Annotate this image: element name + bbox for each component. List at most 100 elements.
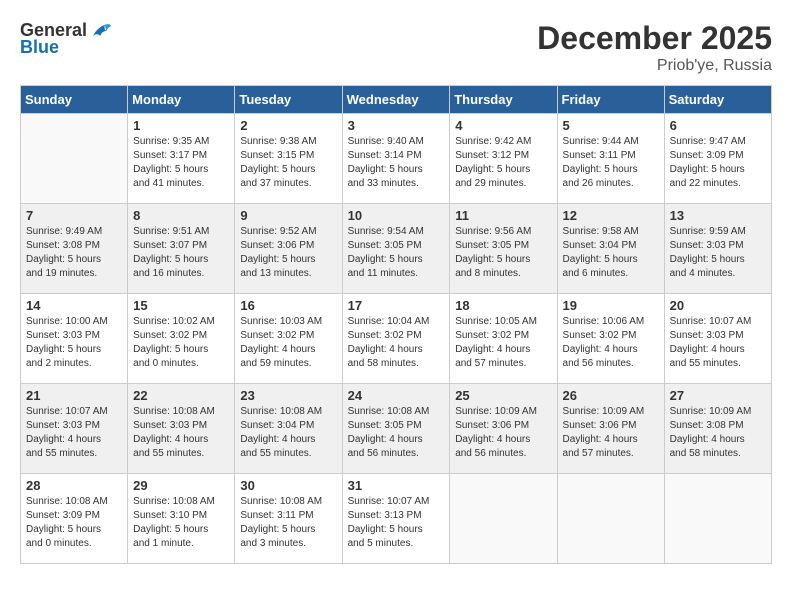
cell-day-number: 20 [670, 298, 766, 313]
title-area: December 2025 Priob'ye, Russia [537, 20, 772, 75]
calendar-header-monday: Monday [128, 86, 235, 114]
cell-day-number: 2 [240, 118, 336, 133]
cell-day-number: 31 [348, 478, 445, 493]
cell-info-text: Sunrise: 9:44 AM Sunset: 3:11 PM Dayligh… [563, 135, 659, 191]
calendar-header-friday: Friday [557, 86, 664, 114]
calendar-cell: 30 Sunrise: 10:08 AM Sunset: 3:11 PM Dayl… [235, 474, 342, 564]
cell-info-text: Sunrise: 9:59 AM Sunset: 3:03 PM Dayligh… [670, 225, 766, 281]
cell-info-text: Sunrise: 9:49 AM Sunset: 3:08 PM Dayligh… [26, 225, 122, 281]
cell-info-text: Sunrise: 9:38 AM Sunset: 3:15 PM Dayligh… [240, 135, 336, 191]
cell-day-number: 13 [670, 208, 766, 223]
cell-info-text: Sunrise: 10:08 AM Sunset: 3:11 PM Daylig… [240, 495, 336, 551]
calendar-cell: 23 Sunrise: 10:08 AM Sunset: 3:04 PM Dayl… [235, 384, 342, 474]
cell-day-number: 26 [563, 388, 659, 403]
calendar-cell: 17Sunrise: 10:04 AM Sunset: 3:02 PM Dayl… [342, 294, 450, 384]
cell-info-text: Sunrise: 10:09 AM Sunset: 3:06 PM Daylig… [455, 405, 551, 461]
calendar-cell [21, 114, 128, 204]
cell-info-text: Sunrise: 10:03 AM Sunset: 3:02 PM Daylig… [240, 315, 336, 371]
cell-day-number: 30 [240, 478, 336, 493]
calendar-header-sunday: Sunday [21, 86, 128, 114]
cell-day-number: 4 [455, 118, 551, 133]
calendar-cell [450, 474, 557, 564]
calendar-cell: 14 Sunrise: 10:00 AM Sunset: 3:03 PM Dayl… [21, 294, 128, 384]
calendar-cell: 27 Sunrise: 10:09 AM Sunset: 3:08 PM Dayl… [664, 384, 771, 474]
cell-info-text: Sunrise: 9:35 AM Sunset: 3:17 PM Dayligh… [133, 135, 229, 191]
cell-day-number: 3 [348, 118, 445, 133]
cell-info-text: Sunrise: 9:47 AM Sunset: 3:09 PM Dayligh… [670, 135, 766, 191]
cell-day-number: 14 [26, 298, 122, 313]
calendar-table: SundayMondayTuesdayWednesdayThursdayFrid… [20, 85, 772, 564]
cell-day-number: 24 [348, 388, 445, 403]
cell-info-text: Sunrise: 10:08 AM Sunset: 3:04 PM Daylig… [240, 405, 336, 461]
cell-day-number: 15 [133, 298, 229, 313]
calendar-cell: 25 Sunrise: 10:09 AM Sunset: 3:06 PM Dayl… [450, 384, 557, 474]
cell-day-number: 18 [455, 298, 551, 313]
cell-day-number: 10 [348, 208, 445, 223]
cell-day-number: 23 [240, 388, 336, 403]
cell-info-text: Sunrise: 9:58 AM Sunset: 3:04 PM Dayligh… [563, 225, 659, 281]
month-title: December 2025 [537, 20, 772, 57]
calendar-cell: 26 Sunrise: 10:09 AM Sunset: 3:06 PM Dayl… [557, 384, 664, 474]
calendar-week-row: 7Sunrise: 9:49 AM Sunset: 3:08 PM Daylig… [21, 204, 772, 294]
cell-info-text: Sunrise: 10:07 AM Sunset: 3:03 PM Daylig… [670, 315, 766, 371]
calendar-cell: 28 Sunrise: 10:08 AM Sunset: 3:09 PM Dayl… [21, 474, 128, 564]
cell-info-text: Sunrise: 10:07 AM Sunset: 3:03 PM Daylig… [26, 405, 122, 461]
calendar-cell: 6Sunrise: 9:47 AM Sunset: 3:09 PM Daylig… [664, 114, 771, 204]
calendar-cell: 13 Sunrise: 9:59 AM Sunset: 3:03 PM Dayli… [664, 204, 771, 294]
header: General Blue December 2025 Priob'ye, Rus… [20, 20, 772, 75]
calendar-cell: 1 Sunrise: 9:35 AM Sunset: 3:17 PM Daylig… [128, 114, 235, 204]
logo-bird-icon [89, 21, 113, 41]
cell-info-text: Sunrise: 10:06 AM Sunset: 3:02 PM Daylig… [563, 315, 659, 371]
cell-info-text: Sunrise: 10:00 AM Sunset: 3:03 PM Daylig… [26, 315, 122, 371]
cell-day-number: 22 [133, 388, 229, 403]
cell-day-number: 8 [133, 208, 229, 223]
calendar-cell: 3 Sunrise: 9:40 AM Sunset: 3:14 PM Daylig… [342, 114, 450, 204]
cell-info-text: Sunrise: 10:09 AM Sunset: 3:08 PM Daylig… [670, 405, 766, 461]
calendar-cell: 16 Sunrise: 10:03 AM Sunset: 3:02 PM Dayl… [235, 294, 342, 384]
cell-info-text: Sunrise: 9:56 AM Sunset: 3:05 PM Dayligh… [455, 225, 551, 281]
calendar-cell [664, 474, 771, 564]
logo: General Blue [20, 20, 113, 58]
cell-day-number: 5 [563, 118, 659, 133]
calendar-header-thursday: Thursday [450, 86, 557, 114]
cell-day-number: 25 [455, 388, 551, 403]
calendar-header-row: SundayMondayTuesdayWednesdayThursdayFrid… [21, 86, 772, 114]
calendar-cell: 8 Sunrise: 9:51 AM Sunset: 3:07 PM Daylig… [128, 204, 235, 294]
cell-info-text: Sunrise: 9:54 AM Sunset: 3:05 PM Dayligh… [348, 225, 445, 281]
calendar-cell: 24Sunrise: 10:08 AM Sunset: 3:05 PM Dayl… [342, 384, 450, 474]
cell-day-number: 12 [563, 208, 659, 223]
calendar-cell: 2 Sunrise: 9:38 AM Sunset: 3:15 PM Daylig… [235, 114, 342, 204]
cell-info-text: Sunrise: 10:08 AM Sunset: 3:09 PM Daylig… [26, 495, 122, 551]
location-title: Priob'ye, Russia [537, 57, 772, 75]
cell-info-text: Sunrise: 10:02 AM Sunset: 3:02 PM Daylig… [133, 315, 229, 371]
calendar-cell: 21 Sunrise: 10:07 AM Sunset: 3:03 PM Dayl… [21, 384, 128, 474]
cell-day-number: 16 [240, 298, 336, 313]
cell-day-number: 1 [133, 118, 229, 133]
calendar-week-row: 28 Sunrise: 10:08 AM Sunset: 3:09 PM Dayl… [21, 474, 772, 564]
cell-info-text: Sunrise: 10:08 AM Sunset: 3:03 PM Daylig… [133, 405, 229, 461]
calendar-cell: 10 Sunrise: 9:54 AM Sunset: 3:05 PM Dayli… [342, 204, 450, 294]
cell-day-number: 9 [240, 208, 336, 223]
logo-blue-text: Blue [20, 37, 59, 58]
calendar-cell: 5 Sunrise: 9:44 AM Sunset: 3:11 PM Daylig… [557, 114, 664, 204]
calendar-cell: 4Sunrise: 9:42 AM Sunset: 3:12 PM Daylig… [450, 114, 557, 204]
calendar-cell: 22 Sunrise: 10:08 AM Sunset: 3:03 PM Dayl… [128, 384, 235, 474]
calendar-cell: 18Sunrise: 10:05 AM Sunset: 3:02 PM Dayl… [450, 294, 557, 384]
calendar-cell: 31Sunrise: 10:07 AM Sunset: 3:13 PM Dayl… [342, 474, 450, 564]
cell-day-number: 21 [26, 388, 122, 403]
calendar-cell: 20 Sunrise: 10:07 AM Sunset: 3:03 PM Dayl… [664, 294, 771, 384]
cell-day-number: 11 [455, 208, 551, 223]
cell-day-number: 17 [348, 298, 445, 313]
calendar-cell [557, 474, 664, 564]
cell-info-text: Sunrise: 10:09 AM Sunset: 3:06 PM Daylig… [563, 405, 659, 461]
calendar-header-wednesday: Wednesday [342, 86, 450, 114]
calendar-cell: 9Sunrise: 9:52 AM Sunset: 3:06 PM Daylig… [235, 204, 342, 294]
cell-day-number: 28 [26, 478, 122, 493]
calendar-header-saturday: Saturday [664, 86, 771, 114]
cell-info-text: Sunrise: 9:40 AM Sunset: 3:14 PM Dayligh… [348, 135, 445, 191]
calendar-cell: 29Sunrise: 10:08 AM Sunset: 3:10 PM Dayl… [128, 474, 235, 564]
calendar-header-tuesday: Tuesday [235, 86, 342, 114]
cell-day-number: 19 [563, 298, 659, 313]
cell-day-number: 27 [670, 388, 766, 403]
cell-info-text: Sunrise: 9:51 AM Sunset: 3:07 PM Dayligh… [133, 225, 229, 281]
